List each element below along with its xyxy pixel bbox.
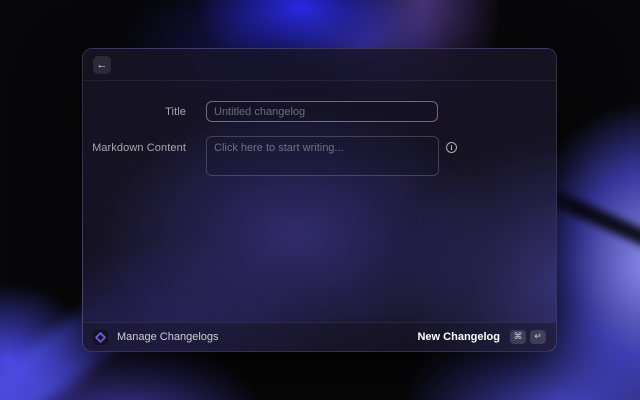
extension-diamond-icon: [93, 330, 108, 345]
new-changelog-action[interactable]: New Changelog: [417, 331, 500, 343]
footer-extension-info: Manage Changelogs: [93, 330, 219, 345]
window-footer: Manage Changelogs New Changelog ⌘ ↵: [83, 322, 556, 351]
window-header: ←: [83, 49, 556, 81]
changelog-form-window: ← Title Markdown Content i: [82, 48, 557, 352]
title-label: Title: [83, 106, 186, 118]
back-button[interactable]: ←: [93, 56, 111, 74]
title-input[interactable]: [206, 101, 438, 122]
desktop-background: ← Title Markdown Content i: [0, 0, 640, 400]
markdown-field-row: Markdown Content i: [83, 136, 556, 176]
enter-key-badge: ↵: [530, 330, 546, 344]
cmd-key-badge: ⌘: [510, 330, 526, 344]
footer-primary-action: New Changelog ⌘ ↵: [417, 330, 546, 344]
markdown-content-textarea[interactable]: [206, 136, 439, 176]
back-arrow-icon: ←: [97, 59, 108, 71]
markdown-content-label: Markdown Content: [83, 136, 186, 154]
info-icon[interactable]: i: [446, 142, 457, 153]
title-field-row: Title: [83, 101, 556, 122]
extension-name: Manage Changelogs: [117, 331, 219, 343]
